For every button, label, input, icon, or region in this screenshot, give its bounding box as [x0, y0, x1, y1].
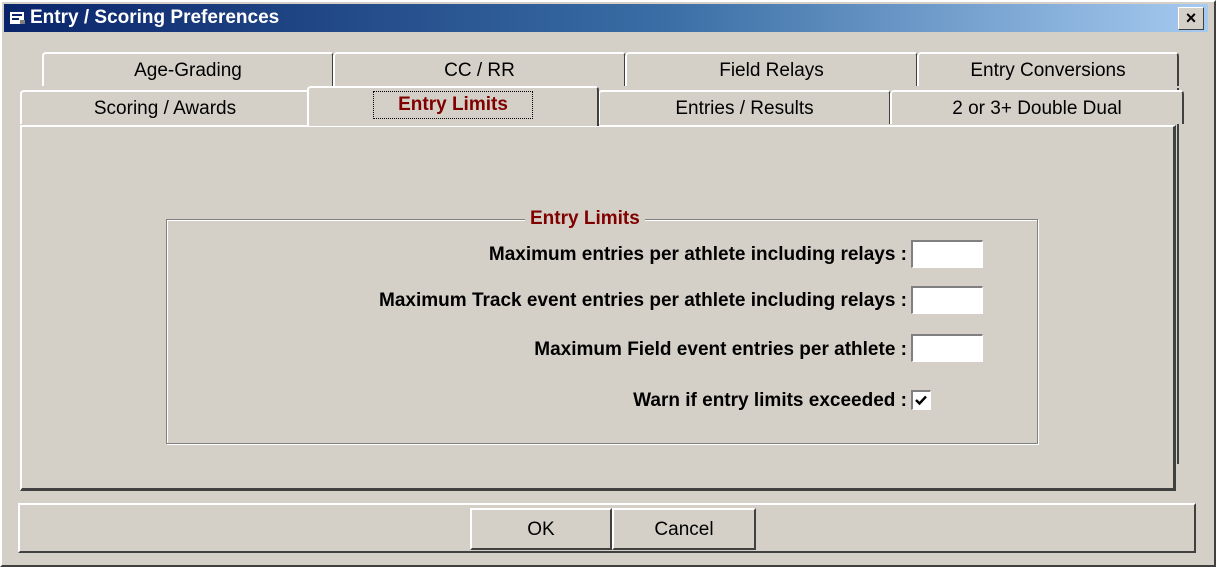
max-field-entries-label: Maximum Field event entries per athlete … [534, 339, 907, 360]
max-track-entries-input[interactable] [911, 286, 983, 314]
tab-label: Age-Grading [134, 60, 242, 81]
tab-entries-results[interactable]: Entries / Results [598, 90, 891, 124]
max-track-entries-label: Maximum Track event entries per athlete … [379, 290, 907, 311]
tab-label: Field Relays [719, 60, 824, 81]
tab-label: Scoring / Awards [93, 98, 237, 119]
tab-label: Entries / Results [675, 98, 814, 119]
close-button[interactable]: × [1178, 7, 1204, 30]
app-icon [10, 12, 25, 24]
max-field-entries-input[interactable] [911, 334, 983, 362]
tab-label: Entry Conversions [970, 60, 1126, 81]
tab-label: Entry Limits [373, 91, 533, 119]
tab-age-grading[interactable]: Age-Grading [42, 52, 334, 86]
tab-entry-conversions[interactable]: Entry Conversions [917, 52, 1179, 86]
tab-double-dual[interactable]: 2 or 3+ Double Dual [890, 90, 1184, 124]
warn-limits-checkbox[interactable] [911, 390, 931, 410]
entry-limits-group: Entry Limits Maximum entries per athlete… [166, 208, 1038, 444]
entry-limits-panel: Entry Limits Maximum entries per athlete… [20, 125, 1176, 491]
cancel-button[interactable]: Cancel [612, 508, 756, 550]
warn-limits-label: Warn if entry limits exceeded : [633, 390, 907, 411]
tab-label: 2 or 3+ Double Dual [952, 98, 1122, 119]
tab-field-relays[interactable]: Field Relays [625, 52, 918, 86]
group-title: Entry Limits [525, 208, 645, 230]
tab-entry-limits[interactable]: Entry Limits [307, 86, 599, 126]
max-entries-label: Maximum entries per athlete including re… [488, 244, 907, 265]
ok-button[interactable]: OK [470, 508, 612, 550]
tab-cc-rr[interactable]: CC / RR [333, 52, 626, 86]
tab-label: CC / RR [444, 60, 515, 81]
window-title: Entry / Scoring Preferences [30, 7, 280, 28]
title-bar[interactable]: Entry / Scoring Preferences × [4, 4, 1208, 32]
max-entries-input[interactable] [911, 240, 983, 268]
tab-scoring-awards[interactable]: Scoring / Awards [20, 90, 310, 124]
back-panel-edge [1177, 88, 1179, 464]
checkmark-icon [915, 395, 927, 406]
